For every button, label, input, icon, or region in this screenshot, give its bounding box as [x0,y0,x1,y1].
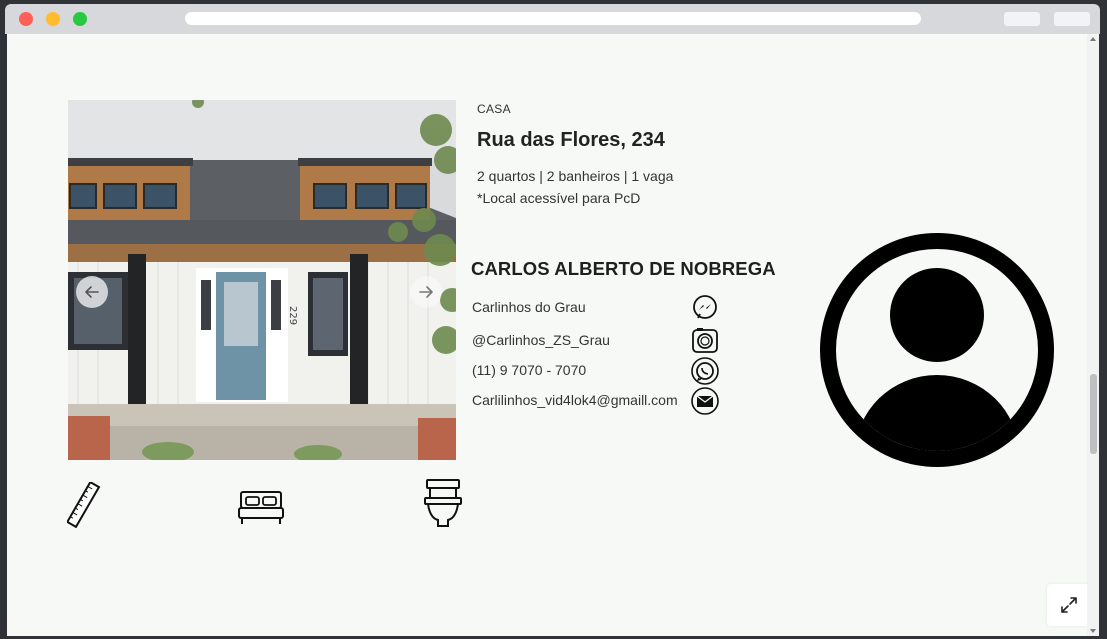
agent-name: CARLOS ALBERTO DE NOBREGA [471,258,776,279]
mail-icon[interactable] [690,386,720,416]
page-content: 229 CASA Rua das Flores, 234 2 quartos |… [7,34,1087,636]
close-window-button[interactable] [19,12,33,26]
house-number: 229 [287,306,298,325]
contact-text: @Carlinhos_ZS_Grau [472,332,610,348]
scroll-down-icon[interactable] [1090,629,1096,633]
arrow-right-icon [419,286,433,298]
property-details: 2 quartos | 2 banheiros | 1 vaga [477,168,674,184]
instagram-icon[interactable] [690,326,720,356]
agent-avatar-icon [820,233,1054,467]
minimize-window-button[interactable] [46,12,60,26]
contact-text: (11) 9 7070 - 7070 [472,362,587,378]
toilet-icon [424,479,462,527]
property-address: Rua das Flores, 234 [477,129,665,151]
scrollbar-thumb[interactable] [1090,374,1097,454]
maximize-window-button[interactable] [73,12,87,26]
expand-icon [1061,597,1077,613]
address-bar[interactable] [185,12,921,25]
contact-messenger[interactable]: Carlinhos do Grau [472,293,732,323]
accessibility-note: *Local acessível para PcD [477,190,641,206]
property-type-label: CASA [477,102,511,116]
browser-toolbar [5,4,1100,34]
browser-window: 229 CASA Rua das Flores, 234 2 quartos |… [0,0,1107,639]
gallery-prev-button[interactable] [76,276,108,308]
whatsapp-icon[interactable] [690,356,720,386]
scroll-up-icon[interactable] [1090,37,1096,41]
contact-text: Carlilinhos_vid4lok4@gmaill.com [472,392,678,408]
contact-instagram[interactable]: @Carlinhos_ZS_Grau [472,326,732,356]
arrow-left-icon [85,286,99,298]
ruler-icon [67,482,101,528]
gallery-next-button[interactable] [410,276,442,308]
toolbar-button[interactable] [1004,12,1040,26]
fullscreen-button[interactable] [1047,584,1087,626]
property-photo-gallery[interactable]: 229 [68,100,456,460]
toolbar-button[interactable] [1054,12,1090,26]
contact-whatsapp[interactable]: (11) 9 7070 - 7070 [472,356,732,386]
page-scrollbar[interactable] [1087,34,1099,636]
contact-email[interactable]: Carlilinhos_vid4lok4@gmaill.com [472,386,732,416]
bed-icon [238,491,284,524]
messenger-icon[interactable] [690,293,720,323]
house-photo: 229 [68,100,456,460]
contact-text: Carlinhos do Grau [472,299,586,315]
